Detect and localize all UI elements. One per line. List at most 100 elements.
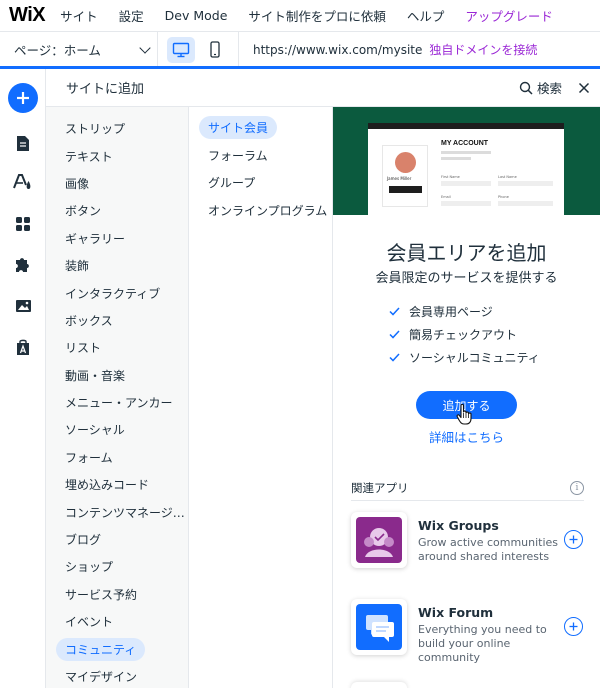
category-label: ストリップ xyxy=(65,122,126,137)
site-url[interactable]: https://www.wix.com/mysite xyxy=(253,43,422,57)
mockup-field xyxy=(441,181,491,186)
detail-subtitle: 会員限定のサービスを提供する xyxy=(375,271,558,286)
design-button[interactable] xyxy=(13,172,33,192)
add-elements-button[interactable] xyxy=(8,83,38,113)
detail-pane: James Miller MY ACCOUNT First Name Last … xyxy=(333,107,600,688)
menu-hire-professional[interactable]: サイト制作をプロに依頼 xyxy=(248,6,386,25)
detail-title: 会員エリアを追加 xyxy=(386,241,547,265)
subcategory-label: グループ xyxy=(208,176,256,191)
feature-item: 会員専用ページ xyxy=(389,300,540,323)
subcategory-list: サイト会員 フォーラム グループ オンラインプログラム xyxy=(189,107,333,688)
menu-settings[interactable]: 設定 xyxy=(119,6,144,25)
pages-button[interactable] xyxy=(13,133,33,153)
category-menu-anchor[interactable]: メニュー・アンカー xyxy=(46,389,188,416)
category-events[interactable]: イベント xyxy=(46,608,188,635)
category-interactive[interactable]: インタラクティブ xyxy=(46,279,188,306)
mobile-view-button[interactable] xyxy=(201,37,229,63)
subcategory-site-members[interactable]: サイト会員 xyxy=(189,114,332,142)
category-store[interactable]: ショップ xyxy=(46,553,188,580)
add-app-button[interactable] xyxy=(564,530,583,549)
related-apps-header: 関連アプリ i xyxy=(351,475,584,501)
category-box[interactable]: ボックス xyxy=(46,307,188,334)
menu-help[interactable]: ヘルプ xyxy=(407,6,445,25)
category-label: ブログ xyxy=(65,533,102,548)
category-community[interactable]: コミュニティ xyxy=(46,635,188,662)
category-my-designs[interactable]: マイデザイン xyxy=(46,663,188,688)
check-icon xyxy=(389,330,401,339)
menu-dev-mode[interactable]: Dev Mode xyxy=(165,8,228,23)
category-cms[interactable]: コンテンツマネージ… xyxy=(46,498,188,525)
add-panel-header: サイトに追加 検索 xyxy=(46,69,600,107)
add-panel: サイトに追加 検索 ストリップ テキスト 画像 ボタン ギャラリー 装飾 インタ… xyxy=(46,69,600,688)
category-embed-code[interactable]: 埋め込みコード xyxy=(46,471,188,498)
menu-upgrade[interactable]: アップグレード xyxy=(465,6,553,25)
design-icon xyxy=(13,174,31,189)
category-label: ギャラリー xyxy=(65,231,126,246)
add-apps-button[interactable] xyxy=(13,214,33,234)
search-icon xyxy=(519,81,533,95)
app-name: Wix Groups xyxy=(418,518,499,533)
business-tools-button[interactable] xyxy=(13,255,33,275)
plus-icon xyxy=(17,92,29,104)
desktop-icon xyxy=(172,42,190,57)
hand-cursor-icon xyxy=(456,403,472,425)
category-label: 画像 xyxy=(65,176,90,191)
category-list-item[interactable]: リスト xyxy=(46,334,188,361)
category-bookings[interactable]: サービス予約 xyxy=(46,581,188,608)
mockup-update-button xyxy=(389,186,422,193)
add-app-button[interactable] xyxy=(564,617,583,636)
category-button[interactable]: ボタン xyxy=(46,197,188,224)
info-icon[interactable]: i xyxy=(570,480,584,495)
subcategory-label: フォーラム xyxy=(208,148,268,163)
mockup-field xyxy=(498,201,553,206)
subcategory-online-programs[interactable]: オンラインプログラム xyxy=(189,197,332,225)
category-video-music[interactable]: 動画・音楽 xyxy=(46,362,188,389)
editor-toolbar: ページ：ホーム https://www.wix.com/mysite 独自ドメイ… xyxy=(0,32,600,67)
page-selector-label: ページ：ホーム xyxy=(14,43,101,58)
mockup-line xyxy=(441,157,471,160)
category-gallery[interactable]: ギャラリー xyxy=(46,225,188,252)
forum-app-icon xyxy=(351,599,407,655)
category-blog[interactable]: ブログ xyxy=(46,526,188,553)
page-selector[interactable]: ページ：ホーム xyxy=(0,32,158,67)
plus-icon xyxy=(569,535,578,544)
category-social[interactable]: ソーシャル xyxy=(46,416,188,443)
media-button[interactable] xyxy=(13,296,33,316)
close-panel-button[interactable] xyxy=(578,82,590,94)
category-decorative[interactable]: 装飾 xyxy=(46,252,188,279)
mockup-top-bar xyxy=(368,123,564,129)
category-label: ソーシャル xyxy=(65,423,125,438)
app-market-button[interactable] xyxy=(13,337,33,357)
category-label: 動画・音楽 xyxy=(65,368,126,383)
menu-site[interactable]: サイト xyxy=(60,6,98,25)
related-app-next xyxy=(351,682,407,688)
category-label: 埋め込みコード xyxy=(65,478,150,493)
wix-logo[interactable]: WiX xyxy=(9,4,46,27)
subcategory-forum[interactable]: フォーラム xyxy=(189,142,332,170)
subcategory-groups[interactable]: グループ xyxy=(189,169,332,197)
app-name: Wix Forum xyxy=(418,605,494,620)
category-image[interactable]: 画像 xyxy=(46,170,188,197)
related-app-wix-forum[interactable]: Wix Forum Everything you need to build y… xyxy=(351,599,591,664)
app-description: Grow active communities around shared in… xyxy=(418,536,559,563)
panel-search-button[interactable]: 検索 xyxy=(519,78,562,97)
category-text[interactable]: テキスト xyxy=(46,142,188,169)
mockup-avatar xyxy=(395,152,416,173)
subcategory-label: オンラインプログラム xyxy=(208,203,328,218)
category-label: コミュニティ xyxy=(56,637,146,661)
related-app-wix-groups[interactable]: Wix Groups Grow active communities aroun… xyxy=(351,512,591,572)
category-form[interactable]: フォーム xyxy=(46,444,188,471)
mockup-field-label: Phone xyxy=(498,195,509,199)
learn-more-link[interactable]: 詳細はこちら xyxy=(333,427,600,446)
connect-domain-link[interactable]: 独自ドメインを接続 xyxy=(429,41,537,58)
site-url-bar: https://www.wix.com/mysite 独自ドメインを接続 xyxy=(239,32,600,67)
category-strip[interactable]: ストリップ xyxy=(46,115,188,142)
desktop-view-button[interactable] xyxy=(167,36,195,63)
feature-list: 会員専用ページ 簡易チェックアウト ソーシャルコミュニティ xyxy=(389,300,540,369)
feature-label: 簡易チェックアウト xyxy=(409,328,518,342)
mockup-field-label: Last Name xyxy=(498,175,517,179)
category-label: フォーム xyxy=(65,450,113,465)
mockup-line xyxy=(441,151,491,154)
mockup-title: MY ACCOUNT xyxy=(441,140,489,147)
add-panel-title: サイトに追加 xyxy=(66,82,145,97)
